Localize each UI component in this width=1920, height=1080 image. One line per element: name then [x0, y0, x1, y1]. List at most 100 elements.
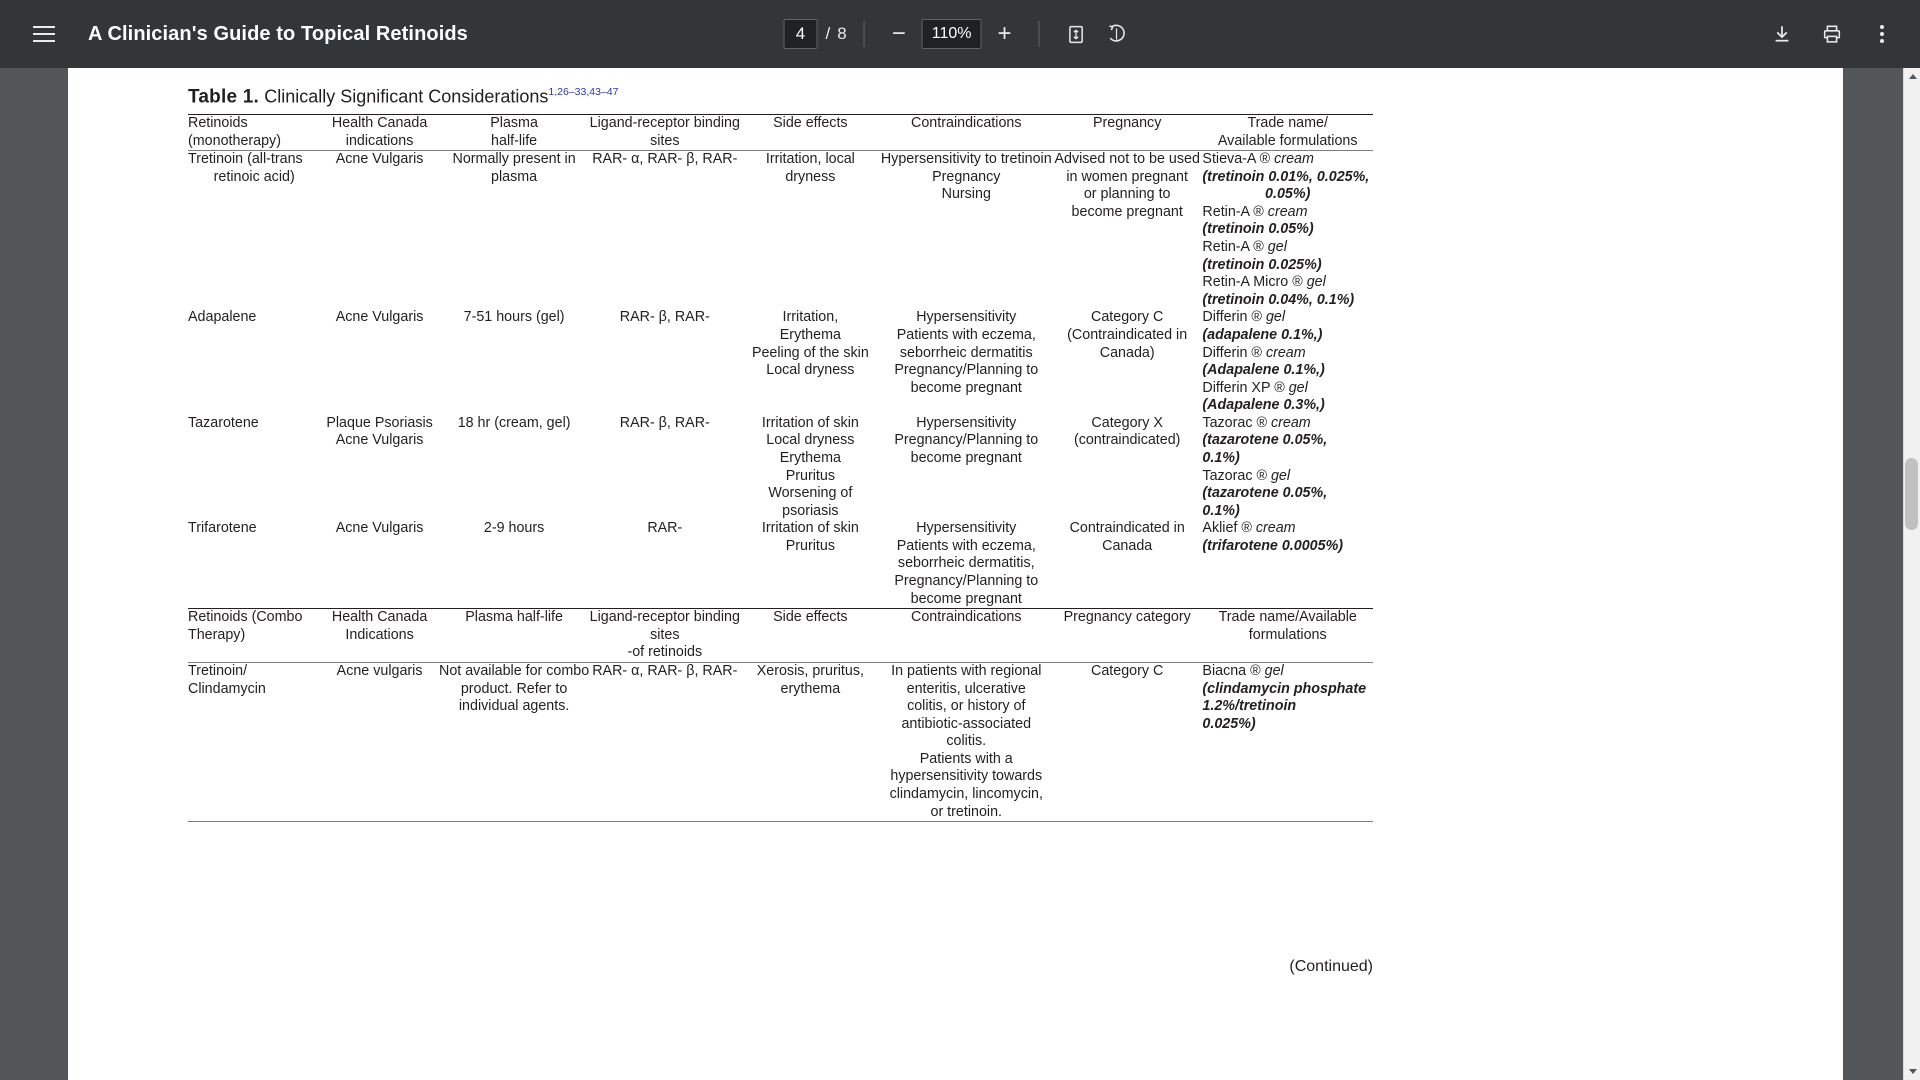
- trade-entry: Retin-A ® gel: [1202, 239, 1287, 256]
- col-header-indications: Health Canada indications: [320, 113, 439, 152]
- download-icon[interactable]: [1762, 14, 1802, 54]
- zoom-out-button[interactable]: −: [882, 17, 916, 51]
- table-row: Tazarotene Plaque Psoriasis Acne Vulgari…: [188, 415, 1373, 520]
- page-number-input[interactable]: 4: [783, 19, 818, 49]
- trade-entry: Retin-A Micro ® gel: [1202, 274, 1326, 291]
- table-caption-label: Table 1.: [188, 86, 259, 108]
- toolbar-divider-2: [1038, 21, 1040, 47]
- cell-trade-names: Biacna ® gel (clindamycin phosphate 1.2%…: [1202, 662, 1373, 823]
- col-header-side-effects-combo: Side effects: [740, 608, 881, 663]
- rotate-icon[interactable]: [1096, 14, 1136, 54]
- cell-half-life: 7-51 hours (gel): [463, 309, 565, 326]
- table-body-monotherapy: Tretinoin (all-trans retinoic acid) Acne…: [188, 151, 1373, 609]
- table-header-row-mono: Retinoids (monotherapy) Health Canada in…: [188, 113, 1373, 152]
- col-header-ligand-combo: Ligand-receptor binding sites -of retino…: [589, 608, 741, 663]
- table-header-row-combo: Retinoids (Combo Therapy) Health Canada …: [188, 608, 1373, 663]
- cell-ligand: RAR- β, RAR-: [619, 309, 710, 326]
- more-options-icon[interactable]: [1862, 14, 1902, 54]
- toolbar-left-group: A Clinician's Guide to Topical Retinoids: [0, 12, 468, 56]
- scroll-down-icon[interactable]: [1904, 1063, 1920, 1080]
- trade-entry: Biacna ® gel: [1202, 662, 1284, 679]
- table-row: Tretinoin/ Clindamycin Acne vulgaris Not…: [188, 662, 1373, 823]
- cell-indications: Acne Vulgaris: [335, 309, 424, 326]
- document-content: Table 1. Clinically Significant Consider…: [68, 68, 1843, 1080]
- pdf-toolbar: A Clinician's Guide to Topical Retinoids…: [0, 0, 1920, 68]
- trade-entry: Retin-A ® cream: [1202, 203, 1308, 220]
- cell-side-effects: Irritation of skin Local dryness Erythem…: [761, 414, 859, 519]
- trade-entry: Tazorac ® cream: [1202, 414, 1311, 431]
- toolbar-center-group: 4 / 8 − 110% +: [783, 14, 1137, 54]
- col-header-pregnancy-combo: Pregnancy category: [1051, 608, 1203, 663]
- scroll-up-icon[interactable]: [1904, 68, 1920, 85]
- cell-pregnancy: Category C: [1051, 662, 1203, 823]
- cell-ligand: RAR- α, RAR- β, RAR-: [592, 151, 738, 168]
- cell-half-life: 18 hr (cream, gel): [457, 414, 571, 431]
- continued-label: (Continued): [1289, 958, 1373, 975]
- col-header-indications-combo: Health Canada Indications: [320, 608, 439, 663]
- cell-indications: Acne Vulgaris: [335, 151, 424, 168]
- trade-entry: Stieva-A ® cream: [1202, 151, 1314, 168]
- trade-entry: Differin XP ® gel: [1202, 379, 1308, 396]
- page-title: A Clinician's Guide to Topical Retinoids: [88, 22, 468, 45]
- cell-side-effects: Irritation, Erythema Peeling of the skin…: [751, 309, 869, 379]
- trade-entry: Differin ® gel: [1202, 309, 1286, 326]
- scrollbar-thumb[interactable]: [1905, 458, 1918, 530]
- cell-half-life: Normally present in plasma: [452, 151, 576, 185]
- zoom-level-display[interactable]: 110%: [921, 19, 982, 49]
- zoom-in-button[interactable]: +: [987, 17, 1021, 51]
- col-header-ligand: Ligand-receptor binding sites: [589, 113, 741, 152]
- cell-trade-names: Differin ® gel (adapalene 0.1%,) Differi…: [1202, 309, 1373, 414]
- table-caption: Table 1. Clinically Significant Consider…: [188, 86, 618, 108]
- pdf-viewer: Table 1. Clinically Significant Consider…: [0, 68, 1920, 1080]
- trade-entry: Aklief ® cream: [1202, 520, 1296, 537]
- cell-ligand: RAR- α, RAR- β, RAR-: [589, 662, 741, 823]
- table-body-combo: Tretinoin/ Clindamycin Acne vulgaris Not…: [188, 662, 1373, 823]
- page-total-label: 8: [837, 24, 847, 43]
- cell-side-effects: Irritation of skin Pruritus: [761, 520, 859, 554]
- vertical-scrollbar[interactable]: [1903, 68, 1920, 1080]
- cell-trade-names: Tazorac ® cream (tazarotene 0.05%, 0.1%)…: [1202, 415, 1373, 520]
- cell-side-effects: Irritation, local dryness: [765, 151, 855, 185]
- table-head-combo: Retinoids (Combo Therapy) Health Canada …: [188, 608, 1373, 663]
- cell-contraindications: Hypersensitivity Patients with eczema, s…: [894, 309, 1039, 396]
- col-header-half-life-combo: Plasma half-life: [438, 608, 590, 663]
- cell-ligand: RAR- β, RAR-: [619, 414, 710, 431]
- considerations-table: Retinoids (monotherapy) Health Canada in…: [188, 113, 1373, 823]
- fit-to-page-button[interactable]: [1056, 14, 1096, 54]
- cell-pregnancy: Contraindicated in Canada: [1069, 520, 1185, 554]
- toolbar-right-group: [1762, 14, 1902, 54]
- col-header-trade-name: Trade name/ Available formulations: [1202, 113, 1373, 152]
- trade-entry: Tazorac ® gel: [1202, 467, 1291, 484]
- cell-side-effects: Xerosis, pruritus, erythema: [740, 662, 881, 823]
- cell-ligand: RAR-: [647, 520, 683, 537]
- col-header-trade-name-combo: Trade name/Available formulations: [1202, 608, 1373, 663]
- cell-contraindications: Hypersensitivity to tretinoin Pregnancy …: [880, 151, 1052, 203]
- table-row: Trifarotene Acne Vulgaris 2-9 hours RAR-: [188, 520, 1373, 608]
- cell-trade-names: Stieva-A ® cream (tretinoin 0.01%, 0.025…: [1202, 151, 1373, 310]
- col-header-contraindications: Contraindications: [880, 113, 1052, 152]
- cell-half-life: Not available for combo product. Refer t…: [438, 662, 590, 823]
- cell-half-life: 2-9 hours: [483, 520, 545, 537]
- toolbar-divider-1: [863, 21, 865, 47]
- table-row: Tretinoin (all-trans retinoic acid) Acne…: [188, 151, 1373, 310]
- col-header-pregnancy: Pregnancy: [1051, 113, 1203, 152]
- cell-retinoid-name: Adapalene: [188, 309, 257, 326]
- cell-contraindications: In patients with regional enteritis, ulc…: [880, 662, 1052, 823]
- table-head-monotherapy: Retinoids (monotherapy) Health Canada in…: [188, 113, 1373, 152]
- cell-trade-names: Aklief ® cream (trifarotene 0.0005%): [1202, 520, 1373, 608]
- trade-entry: Differin ® cream: [1202, 344, 1306, 361]
- col-header-contraindications-combo: Contraindications: [880, 608, 1052, 663]
- cell-contraindications: Hypersensitivity Pregnancy/Planning to b…: [894, 414, 1039, 466]
- hamburger-menu-icon[interactable]: [22, 12, 66, 56]
- cell-retinoid-name: Tretinoin (all-trans retinoic acid): [188, 151, 303, 185]
- col-header-retinoids-combo: Retinoids (Combo Therapy): [188, 608, 321, 663]
- cell-indications: Acne vulgaris: [320, 662, 439, 823]
- print-icon[interactable]: [1812, 14, 1852, 54]
- cell-pregnancy: Category X (contraindicated): [1073, 414, 1181, 449]
- cell-pregnancy: Advised not to be used in women pregnant…: [1054, 151, 1200, 220]
- page-separator: /: [825, 24, 831, 43]
- table-caption-citation: 1,26–33,43–47: [548, 86, 619, 98]
- cell-contraindications: Hypersensitivity Patients with eczema, s…: [894, 520, 1039, 607]
- cell-indications: Acne Vulgaris: [335, 520, 424, 537]
- col-header-half-life: Plasma half-life: [438, 113, 590, 152]
